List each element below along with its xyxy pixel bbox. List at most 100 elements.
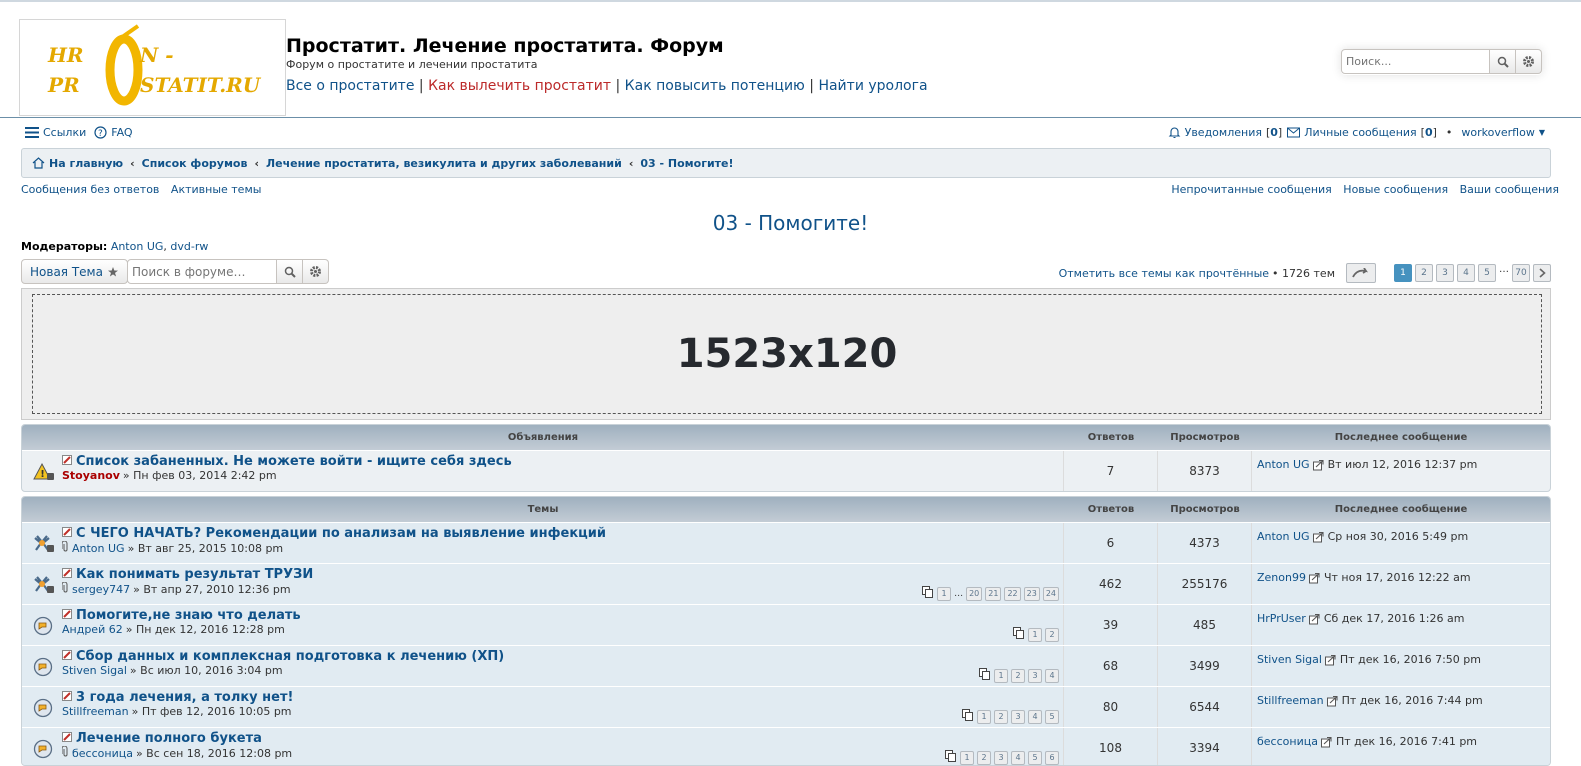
link-find-urologist[interactable]: Найти уролога <box>818 78 927 94</box>
breadcrumb-category[interactable]: Лечение простатита, везикулита и других … <box>266 157 622 170</box>
new-topic-button[interactable]: Новая Тема <box>21 259 128 284</box>
last-post-author[interactable]: Anton UG <box>1257 458 1310 471</box>
link-about-prostatitis[interactable]: Все о простатите <box>286 78 414 94</box>
mark-all-read-link[interactable]: Отметить все темы как прочтённые <box>1059 267 1269 280</box>
advanced-search-button[interactable] <box>1516 49 1542 74</box>
notifications-link[interactable]: Уведомления [0] <box>1168 126 1282 139</box>
unanswered-posts-link[interactable]: Сообщения без ответов <box>21 183 159 196</box>
topic-author[interactable]: Stoyanov <box>62 469 120 482</box>
page-link[interactable]: 5 <box>1028 750 1042 765</box>
page-link[interactable]: 70 <box>1512 264 1530 282</box>
view-latest-post-icon[interactable] <box>1318 735 1336 748</box>
page-link[interactable]: 2 <box>1415 264 1433 282</box>
page-link[interactable]: 24 <box>1042 586 1059 601</box>
last-post-author[interactable]: HrPrUser <box>1257 612 1306 625</box>
site-logo[interactable]: HR N - PR STATIT.RU <box>19 19 286 116</box>
page-link[interactable]: 4 <box>1045 668 1059 683</box>
topic-title-link[interactable]: Лечение полного букета <box>76 731 262 746</box>
ad-banner[interactable]: 1523x120 <box>21 288 1551 420</box>
page-title[interactable]: 03 - Помогите! <box>0 211 1581 235</box>
pages-icon <box>962 709 974 724</box>
page-link[interactable]: 2 <box>994 709 1008 724</box>
jump-to-page-button[interactable] <box>1346 263 1376 283</box>
link-how-to-cure[interactable]: Как вылечить простатит <box>428 78 611 94</box>
page-link[interactable]: 4 <box>1011 750 1025 765</box>
active-topics-link[interactable]: Активные темы <box>171 183 262 196</box>
forum-search-input[interactable] <box>127 259 277 284</box>
link-potency[interactable]: Как повысить потенцию <box>625 78 805 94</box>
user-menu[interactable]: workoverflow ▼ <box>1461 126 1545 139</box>
page-link[interactable]: 1 <box>937 586 952 601</box>
page-link[interactable]: 5 <box>1045 709 1059 724</box>
page-link[interactable]: 6 <box>1045 750 1059 765</box>
page-link[interactable]: 3 <box>1011 709 1025 724</box>
new-post-icon[interactable] <box>62 454 72 469</box>
quick-links-menu[interactable]: Ссылки <box>25 126 86 139</box>
breadcrumb-current[interactable]: 03 - Помогите! <box>640 157 733 170</box>
view-latest-post-icon[interactable] <box>1306 612 1324 625</box>
unread-posts-link[interactable]: Непрочитанные сообщения <box>1171 183 1331 196</box>
last-post-author[interactable]: Anton UG <box>1257 530 1310 543</box>
topic-icon <box>33 616 53 636</box>
topic-author[interactable]: sergey747 <box>72 583 130 596</box>
new-post-icon[interactable] <box>62 649 72 664</box>
last-post-author[interactable]: бессоница <box>1257 735 1318 748</box>
topic-author[interactable]: бессоница <box>72 747 133 760</box>
page-link[interactable]: 2 <box>977 750 991 765</box>
forum-search-button[interactable] <box>277 259 303 284</box>
page-link[interactable]: 2 <box>1011 668 1025 683</box>
topic-title-link[interactable]: Как понимать результат ТРУЗИ <box>76 567 313 582</box>
topic-title-link[interactable]: Список забаненных. Не можете войти - ищи… <box>76 454 512 469</box>
forum-advanced-search-button[interactable] <box>303 259 329 284</box>
your-posts-link[interactable]: Ваши сообщения <box>1460 183 1559 196</box>
page-link[interactable]: 22 <box>1004 586 1021 601</box>
last-post-author[interactable]: Zenon99 <box>1257 571 1306 584</box>
page-link[interactable]: 4 <box>1028 709 1042 724</box>
view-latest-post-icon[interactable] <box>1310 458 1328 471</box>
page-link[interactable]: 23 <box>1023 586 1040 601</box>
page-link[interactable]: 1 <box>994 668 1008 683</box>
new-posts-link[interactable]: Новые сообщения <box>1343 183 1448 196</box>
page-link[interactable]: 5 <box>1478 264 1496 282</box>
topic-author[interactable]: Stillfreeman <box>62 705 129 718</box>
topic-author[interactable]: Stiven Sigal <box>62 664 127 677</box>
topic-title-link[interactable]: Помогите,не знаю что делать <box>76 608 301 623</box>
breadcrumb-home[interactable]: На главную <box>49 157 123 170</box>
view-latest-post-icon[interactable] <box>1322 653 1340 666</box>
faq-link[interactable]: ? FAQ <box>94 126 133 139</box>
private-messages-link[interactable]: Личные сообщения [0] <box>1287 126 1437 139</box>
page-link[interactable]: 3 <box>1436 264 1454 282</box>
last-post-author[interactable]: Stiven Sigal <box>1257 653 1322 666</box>
page-link[interactable]: 1 <box>977 709 991 724</box>
view-latest-post-icon[interactable] <box>1310 530 1328 543</box>
page-link[interactable]: 21 <box>985 586 1002 601</box>
new-post-icon[interactable] <box>62 526 72 541</box>
moderator-link[interactable]: dvd-rw <box>170 240 208 253</box>
topic-title-link[interactable]: С ЧЕГО НАЧАТЬ? Рекомендации по анализам … <box>76 526 606 541</box>
new-post-icon[interactable] <box>62 690 72 705</box>
topic-author[interactable]: Anton UG <box>72 542 125 555</box>
search-input[interactable] <box>1341 49 1490 74</box>
page-link[interactable]: 1 <box>1028 627 1042 642</box>
new-post-icon[interactable] <box>62 608 72 623</box>
page-link[interactable]: 2 <box>1045 627 1059 642</box>
site-title[interactable]: Простатит. Лечение простатита. Форум <box>286 35 724 57</box>
page-link[interactable]: 4 <box>1457 264 1475 282</box>
page-link[interactable]: 3 <box>1028 668 1042 683</box>
moderator-link[interactable]: Anton UG <box>111 240 164 253</box>
topic-title-link[interactable]: Сбор данных и комплексная подготовка к л… <box>76 649 504 664</box>
new-post-icon[interactable] <box>62 731 72 746</box>
last-post-author[interactable]: Stillfreeman <box>1257 694 1324 707</box>
view-latest-post-icon[interactable] <box>1306 571 1324 584</box>
topic-author[interactable]: Андрей 62 <box>62 623 123 636</box>
page-link[interactable]: 1 <box>960 750 974 765</box>
new-post-icon[interactable] <box>62 567 72 582</box>
search-button[interactable] <box>1490 49 1516 74</box>
breadcrumb-forum-list[interactable]: Список форумов <box>142 157 248 170</box>
page-link[interactable]: 3 <box>994 750 1008 765</box>
page-link[interactable]: 20 <box>966 586 983 601</box>
view-latest-post-icon[interactable] <box>1324 694 1342 707</box>
page-link[interactable]: 1 <box>1394 264 1412 282</box>
topic-title-link[interactable]: 3 года лечения, а толку нет! <box>76 690 293 705</box>
next-page-button[interactable] <box>1533 264 1551 282</box>
